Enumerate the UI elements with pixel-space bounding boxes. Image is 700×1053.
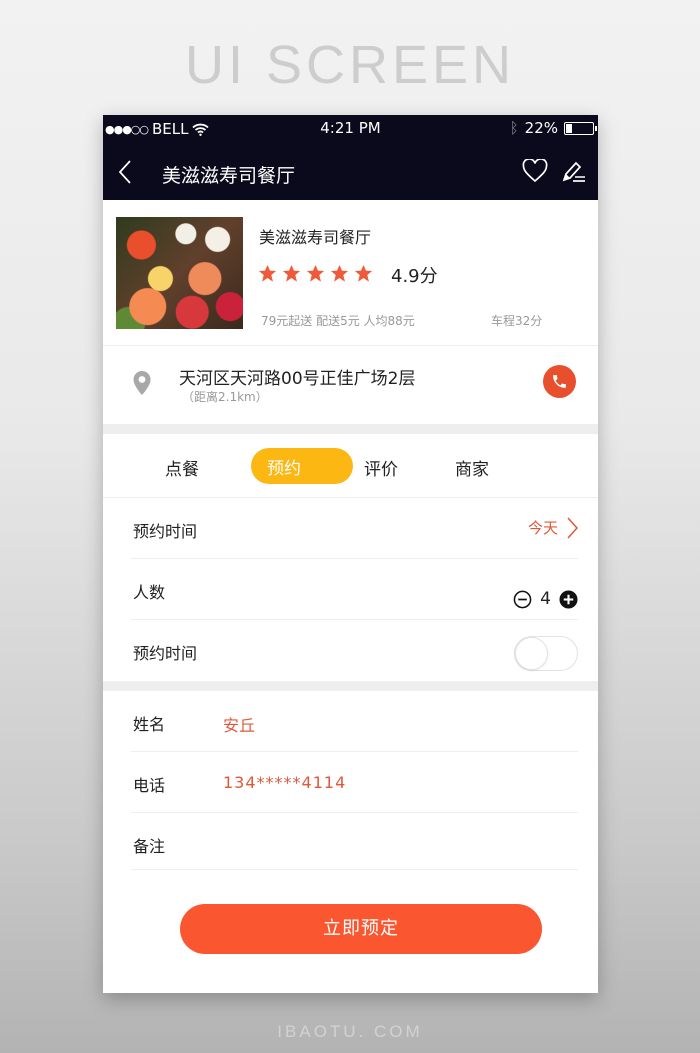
people-count-row: 人数 4 — [131, 559, 578, 620]
rating-stars — [258, 264, 373, 283]
reservation-time-value[interactable]: 今天 — [528, 517, 558, 538]
nav-title: 美滋滋寿司餐厅 — [162, 165, 296, 187]
reservation-toggle-row: 预约时间 — [131, 620, 578, 681]
tab-order[interactable]: 点餐 — [165, 455, 199, 480]
phone-field[interactable]: 134*****4114 — [223, 773, 346, 792]
banner-title: UI SCREEN — [184, 35, 516, 95]
note-row: 备注 — [131, 813, 578, 870]
battery-icon — [564, 121, 597, 135]
restaurant-photo — [116, 217, 243, 329]
reservation-toggle[interactable] — [514, 636, 578, 671]
tab-reserve[interactable]: 预约 — [251, 448, 353, 484]
heart-icon[interactable] — [522, 159, 548, 183]
reservation-time-label: 预约时间 — [133, 522, 198, 541]
name-label: 姓名 — [133, 715, 166, 734]
restaurant-name: 美滋滋寿司餐厅 — [259, 228, 372, 247]
note-input[interactable] — [223, 827, 578, 859]
address-text: 天河区天河路00号正佳广场2层 — [179, 369, 416, 389]
reserve-now-button[interactable]: 立即预定 — [180, 904, 542, 954]
quantity-stepper: 4 — [513, 589, 578, 609]
rating-score: 4.9分 — [391, 266, 438, 287]
tab-merchant[interactable]: 商家 — [455, 455, 489, 480]
address-row: 天河区天河路00号正佳广场2层 （距离2.1km） — [103, 346, 598, 424]
star-icon — [354, 264, 373, 282]
chevron-left-icon[interactable] — [115, 159, 135, 185]
call-button[interactable] — [543, 365, 576, 398]
name-field[interactable]: 安丘 — [223, 712, 255, 736]
section-divider — [103, 681, 598, 691]
pencil-icon[interactable] — [560, 159, 586, 185]
toggle-knob — [515, 637, 548, 670]
section-divider — [103, 424, 598, 434]
restaurant-card: 美滋滋寿司餐厅 4.9分 79元起送 配送5元 人均88元 车程32分 — [103, 200, 598, 346]
battery-percent: 22% — [524, 119, 558, 137]
map-pin-icon — [133, 371, 151, 395]
battery-fill — [566, 123, 573, 133]
reservation-time-row[interactable]: 预约时间 今天 — [131, 498, 578, 559]
plus-circle-icon[interactable] — [559, 589, 578, 609]
name-row: 姓名 安丘 — [131, 691, 578, 752]
drive-time: 车程32分 — [491, 314, 543, 328]
minus-circle-icon[interactable] — [513, 590, 532, 609]
phone-screen: ●●●○○ BELL 4:21 PM ᛒ 22% 美滋滋寿司餐厅 美滋滋寿司餐厅… — [103, 115, 598, 993]
star-icon — [306, 264, 325, 282]
tab-reviews[interactable]: 评价 — [364, 455, 398, 480]
phone-icon — [553, 375, 566, 388]
bluetooth-icon: ᛒ — [509, 119, 519, 137]
star-icon — [258, 264, 277, 282]
people-count-label: 人数 — [133, 583, 166, 602]
nav-bar: 美滋滋寿司餐厅 — [103, 143, 598, 200]
reservation-toggle-label: 预约时间 — [133, 644, 198, 663]
top-bar: ●●●○○ BELL 4:21 PM ᛒ 22% 美滋滋寿司餐厅 — [103, 115, 598, 200]
phone-row: 电话 134*****4114 — [131, 752, 578, 813]
note-label: 备注 — [133, 837, 166, 856]
tab-bar: 点餐 预约 评价 商家 — [103, 434, 598, 498]
status-bar: ●●●○○ BELL 4:21 PM ᛒ 22% — [103, 115, 598, 143]
phone-label: 电话 — [133, 776, 166, 795]
footer-brand: IBAOTU. COM — [277, 1022, 423, 1041]
chevron-right-icon[interactable] — [566, 517, 578, 539]
delivery-meta: 79元起送 配送5元 人均88元 — [261, 314, 415, 328]
star-icon — [282, 264, 301, 282]
star-icon — [330, 264, 349, 282]
people-count-value: 4 — [540, 589, 551, 609]
distance-text: （距离2.1km） — [182, 390, 268, 404]
